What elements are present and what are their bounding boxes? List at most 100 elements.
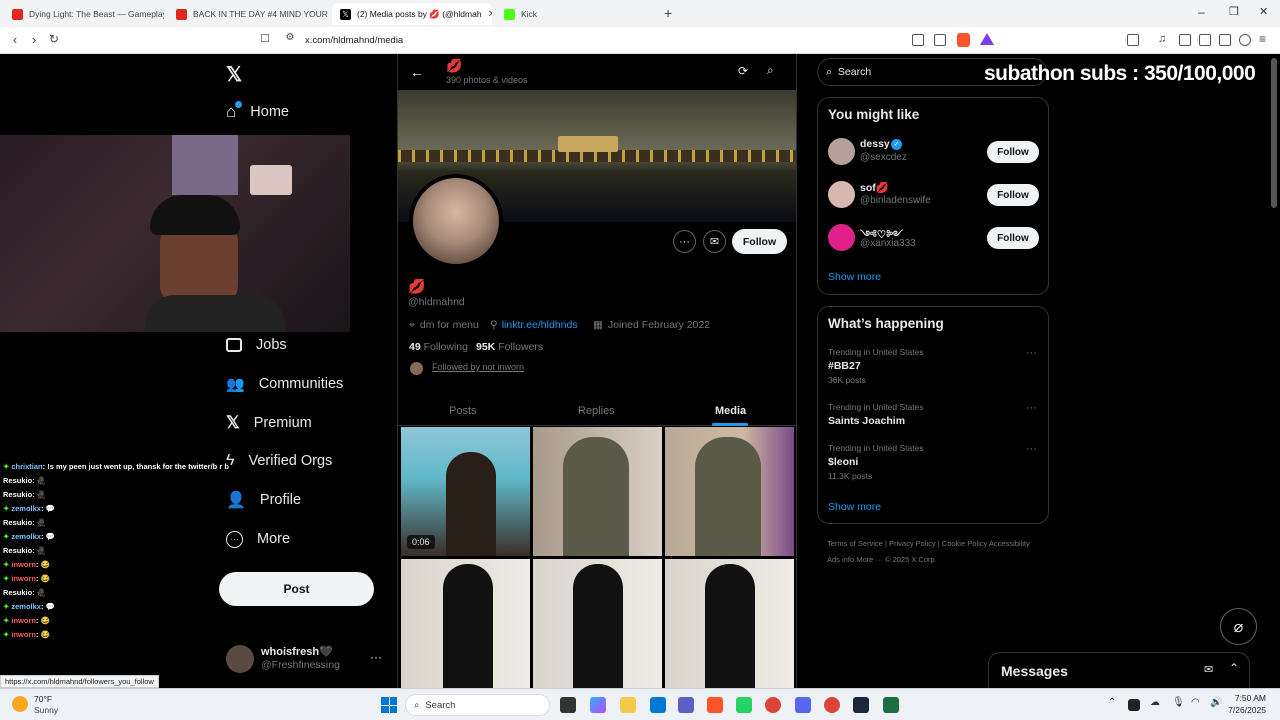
profile-link[interactable]: ⚲ linktr.ee/hldhnds [490,319,578,331]
footer-link[interactable]: Cookie Policy [942,539,987,548]
music-icon[interactable]: ♫ [1158,33,1166,45]
whatsapp-icon[interactable] [736,697,752,713]
trend-topic[interactable]: $leoni [828,456,858,468]
suggestion-avatar[interactable] [828,138,855,165]
expand-icon[interactable]: ⌃ [1229,661,1239,675]
excel-icon[interactable] [883,697,899,713]
trend-more-icon[interactable]: ··· [1026,443,1037,455]
media-thumbnail[interactable] [665,427,794,556]
scrollbar-thumb[interactable] [1271,58,1277,208]
grok-fab-icon[interactable]: ⌀ [1220,608,1257,645]
media-thumbnail[interactable] [533,427,662,556]
footer-link[interactable]: Privacy Policy [889,539,936,548]
follow-button[interactable]: Follow [732,229,787,254]
new-message-icon[interactable]: ✉ [1204,663,1213,676]
reader-icon[interactable] [1127,34,1139,46]
browser-tab[interactable]: BACK IN THE DAY #4 MIND YOUR O [168,3,328,25]
messages-drawer[interactable]: Messages ✉ ⌃ [988,652,1250,688]
follow-button[interactable]: Follow [987,141,1039,163]
brave-rewards-icon[interactable] [980,33,994,45]
back-icon[interactable]: ‹ [7,32,23,47]
wallet-icon[interactable] [1199,34,1211,46]
suggestion-name[interactable]: sof💋 [860,181,889,194]
footer-link[interactable]: Ads info [827,555,854,564]
avatar[interactable] [226,645,254,673]
wifi-icon[interactable]: ◠ [1191,697,1200,708]
browser-tab-active[interactable]: 𝕏 (2) Media posts by 💋 (@hldmah ✕ [332,3,492,25]
taskbar-search[interactable]: ⌕ Search [405,694,550,716]
new-tab-icon[interactable]: + [664,5,672,21]
footer-link[interactable]: Terms of Service [827,539,883,548]
x-logo-icon[interactable]: 𝕏 [226,62,242,87]
tray-chevron-icon[interactable]: ⌃ [1108,697,1116,708]
store-icon[interactable] [650,697,666,713]
chrome-icon[interactable] [765,697,781,713]
brave-icon[interactable] [707,697,723,713]
volume-icon[interactable]: 🔊 [1210,697,1222,708]
trend-more-icon[interactable]: ··· [1026,347,1037,359]
minimize-icon[interactable]: – [1198,5,1205,19]
extension-icon[interactable] [1219,34,1231,46]
task-view-icon[interactable] [560,697,576,713]
tab-posts[interactable]: Posts [449,405,477,417]
sidebar-item-communities[interactable]: 👥 Communities [226,369,343,399]
chrome-icon[interactable] [824,697,840,713]
grok-icon[interactable]: ⟳ [738,64,748,78]
back-arrow-icon[interactable]: ← [410,64,424,80]
footer-link[interactable]: More ··· [856,555,883,564]
follow-button[interactable]: Follow [987,184,1039,206]
message-icon[interactable]: ✉ [703,230,726,253]
show-more-link[interactable]: Show more [828,501,881,513]
teams-icon[interactable] [678,697,694,713]
suggestion-name[interactable]: dessy [860,138,890,150]
restore-icon[interactable]: ❐ [1229,5,1239,18]
search-icon[interactable]: ⌕ [767,63,774,78]
copilot-icon[interactable] [590,697,606,713]
site-info-icon[interactable]: ⚙ [282,32,298,43]
cloud-icon[interactable]: ☁ [1150,697,1160,708]
followers-link[interactable]: 95K Followers [476,341,543,353]
media-thumbnail[interactable] [533,559,662,688]
start-icon[interactable] [381,697,397,713]
media-thumbnail[interactable]: 0:06 [401,427,530,556]
file-explorer-icon[interactable] [620,697,636,713]
vpn-icon[interactable] [1239,34,1251,46]
media-thumbnail[interactable] [665,559,794,688]
tray-app-icon[interactable] [1128,699,1140,711]
media-thumbnail[interactable] [401,559,530,688]
following-link[interactable]: 49 Following [409,341,468,353]
profile-link-text[interactable]: linktr.ee/hldhnds [502,319,578,331]
suggestion-avatar[interactable] [828,181,855,208]
more-options-icon[interactable]: ··· [673,230,696,253]
tab-media[interactable]: Media [715,405,746,417]
account-menu-icon[interactable]: ··· [370,650,382,664]
trend-more-icon[interactable]: ··· [1026,402,1037,414]
clock-time[interactable]: 7:50 AM [1226,693,1266,703]
forward-icon[interactable]: › [26,32,42,47]
followed-by-link[interactable]: Followed by not inworn [432,362,524,372]
mic-icon[interactable]: 🎙 [1172,697,1185,708]
sidebar-icon[interactable] [1179,34,1191,46]
clock-date[interactable]: 7/26/2025 [1226,705,1266,715]
brave-shield-icon[interactable] [957,33,970,47]
sidebar-item-premium[interactable]: 𝕏 Premium [226,408,312,438]
cast-icon[interactable] [912,34,924,46]
reload-icon[interactable]: ↻ [46,32,62,46]
close-tab-icon[interactable]: ✕ [488,9,492,20]
browser-tab[interactable]: Kick [496,3,656,25]
steam-icon[interactable] [853,697,869,713]
sidebar-item-jobs[interactable]: Jobs [226,330,287,360]
menu-icon[interactable]: ≡ [1259,32,1266,46]
share-icon[interactable] [934,34,946,46]
discord-icon[interactable] [795,697,811,713]
trend-topic[interactable]: #BB27 [828,360,861,372]
profile-avatar[interactable] [409,174,503,268]
footer-link[interactable]: Accessibility [989,539,1030,548]
tab-replies[interactable]: Replies [578,405,615,417]
close-window-icon[interactable]: ✕ [1259,5,1268,18]
show-more-link[interactable]: Show more [828,271,881,283]
trend-topic[interactable]: Saints Joachim [828,415,905,427]
url-field[interactable]: x.com/hldmahnd/media [305,35,403,46]
follow-button[interactable]: Follow [987,227,1039,249]
weather-icon[interactable] [12,696,28,712]
